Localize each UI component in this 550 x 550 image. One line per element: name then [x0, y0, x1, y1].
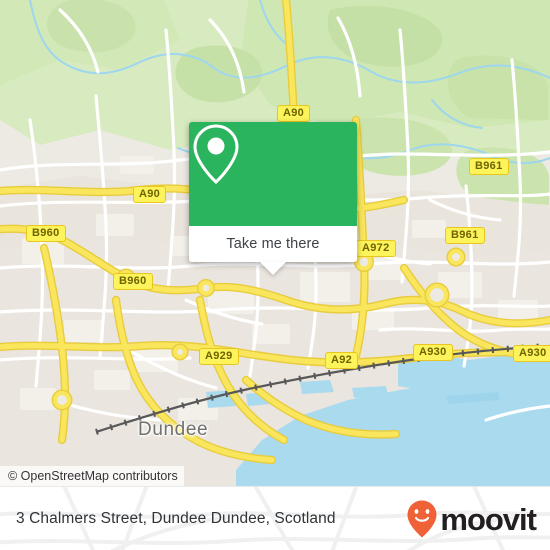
take-me-there-button[interactable]: Take me there	[189, 226, 357, 262]
road-shield: A90	[277, 105, 311, 122]
road-shield: B960	[113, 273, 153, 290]
road-shield: A930	[413, 344, 453, 361]
place-label-dundee: Dundee	[138, 419, 209, 440]
moovit-wordmark: moovit	[440, 501, 537, 537]
road-shield: A972	[356, 240, 396, 257]
footer-bar: 3 Chalmers Street, Dundee Dundee, Scotla…	[0, 486, 550, 550]
moovit-smiley-pin-icon	[407, 500, 437, 538]
road-shield: B960	[26, 225, 66, 242]
moovit-map-share-card: A90 A90 B961 B960 B961 A972 B960 A929 A9…	[0, 0, 550, 550]
moovit-logo[interactable]: moovit	[406, 487, 537, 550]
osm-attribution[interactable]: © OpenStreetMap contributors	[0, 466, 184, 486]
popup-pointer	[260, 262, 286, 275]
road-shield: A930	[513, 345, 550, 362]
address-text: 3 Chalmers Street, Dundee Dundee, Scotla…	[16, 510, 336, 527]
popup-pin-area	[189, 122, 357, 226]
road-shield: B961	[445, 227, 485, 244]
road-shield: A929	[199, 348, 239, 365]
road-shield: B961	[469, 158, 509, 175]
map-pin-icon	[193, 124, 239, 185]
map-canvas[interactable]: A90 A90 B961 B960 B961 A972 B960 A929 A9…	[0, 0, 550, 486]
road-shield: A90	[133, 186, 167, 203]
road-shield: A92	[325, 352, 359, 369]
location-popup-card[interactable]: Take me there	[189, 122, 357, 275]
